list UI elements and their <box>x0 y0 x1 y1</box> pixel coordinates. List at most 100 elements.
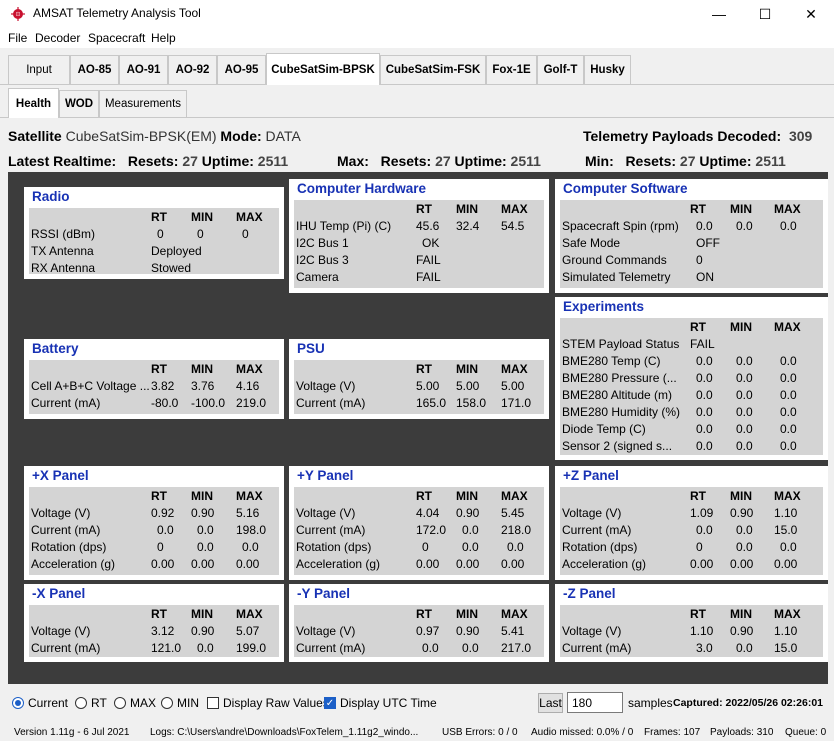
telemetry-row: Current (mA) -80.0 -100.0 219.0 <box>31 396 279 413</box>
tab-ao-91[interactable]: AO-91 <box>119 55 168 84</box>
menu-spacecraft[interactable]: Spacecraft <box>88 31 145 45</box>
tab-ao-95[interactable]: AO-95 <box>217 55 266 84</box>
tab-divider <box>0 84 834 85</box>
minimize-button[interactable]: — <box>696 0 742 28</box>
tab-golf-t[interactable]: Golf-T <box>537 55 584 84</box>
display-raw-checkbox[interactable] <box>207 697 219 709</box>
col-header-min: MIN <box>730 320 752 334</box>
minus-z-panel: -Z Panel RT MIN MAX Voltage (V) 1.10 0.90 1.10 C… <box>555 584 828 662</box>
telemetry-row: Voltage (V) 4.04 0.90 5.45 <box>296 506 544 523</box>
col-header-max: MAX <box>501 489 528 503</box>
value-max: 5.00 <box>501 379 525 393</box>
menu-file[interactable]: File <box>8 31 27 45</box>
field-label: Simulated Telemetry <box>562 270 671 284</box>
col-header-max: MAX <box>774 489 801 503</box>
field-label: IHU Temp (Pi) (C) <box>296 219 392 233</box>
samples-label: samples <box>628 696 673 710</box>
display-utc-checkbox[interactable]: ✓ <box>324 697 336 709</box>
field-label: Rotation (dps) <box>296 540 372 554</box>
min-uptime-label: Uptime: <box>699 153 752 169</box>
telemetry-row: IHU Temp (Pi) (C) 45.6 32.4 54.5 <box>296 219 544 236</box>
value-min: 0.00 <box>191 557 215 571</box>
value-rt: -80.0 <box>151 396 179 410</box>
radio-rt[interactable] <box>75 697 87 709</box>
radio-max[interactable] <box>114 697 126 709</box>
latest-uptime-label: Uptime: <box>201 153 254 169</box>
payloads-decoded: Telemetry Payloads Decoded: 309 <box>583 128 812 144</box>
telemetry-row: RX Antenna Stowed <box>31 261 279 278</box>
panel-title: Radio <box>32 189 70 204</box>
status-frames: Frames: 107 <box>644 727 701 738</box>
status-bar: Version 1.11g - 6 Jul 2021 Logs: C:\User… <box>0 722 834 741</box>
col-header-rt: RT <box>416 362 432 376</box>
tab-ao-85[interactable]: AO-85 <box>70 55 119 84</box>
tab-cubesatsim-bpsk[interactable]: CubeSatSim-BPSK <box>266 53 380 85</box>
value-rt: 0.0 <box>696 371 713 385</box>
value-max: 54.5 <box>501 219 525 233</box>
column-header-row: RT MIN MAX <box>296 607 544 624</box>
telemetry-row: Voltage (V) 0.92 0.90 5.16 <box>31 506 279 523</box>
col-header-rt: RT <box>416 607 432 621</box>
value-rt: 0 <box>157 540 164 554</box>
satellite-name: CubeSatSim-BPSK(EM) <box>65 128 217 144</box>
col-header-max: MAX <box>236 210 263 224</box>
tab-input[interactable]: Input <box>8 55 70 84</box>
value-rt: 172.0 <box>416 523 447 537</box>
field-label: Rotation (dps) <box>562 540 638 554</box>
col-header-rt: RT <box>416 202 432 216</box>
amsat-satellite-icon <box>11 7 25 21</box>
value-rt: 0.0 <box>696 405 713 419</box>
panel-body: RT MIN MAX RSSI (dBm) 0 0 0 TX Antenna Deployed R… <box>29 208 279 275</box>
max-resets-label: Resets: <box>380 153 432 169</box>
value-rt: Deployed <box>151 244 202 258</box>
field-label: RX Antenna <box>31 261 96 275</box>
field-label: Camera <box>296 270 339 284</box>
telemetry-row: Current (mA) 0.0 0.0 15.0 <box>562 523 823 540</box>
value-max: 199.0 <box>236 641 267 655</box>
tab-health[interactable]: Health <box>8 88 59 118</box>
menu-decoder[interactable]: Decoder <box>35 31 80 45</box>
telemetry-row: Acceleration (g) 0.00 0.00 0.00 <box>562 557 823 574</box>
tab-measurements[interactable]: Measurements <box>99 90 187 117</box>
field-label: Current (mA) <box>31 641 101 655</box>
latest-resets: 27 <box>182 153 198 169</box>
tab-wod[interactable]: WOD <box>59 90 99 117</box>
col-header-min: MIN <box>456 362 478 376</box>
menu-help[interactable]: Help <box>151 31 176 45</box>
column-header-row: RT MIN MAX <box>562 320 823 337</box>
samples-input[interactable]: 180 <box>567 692 623 713</box>
tab-cubesatsim-fsk[interactable]: CubeSatSim-FSK <box>380 55 486 84</box>
col-header-max: MAX <box>501 202 528 216</box>
last-button[interactable]: Last <box>538 693 563 713</box>
value-min: -100.0 <box>191 396 226 410</box>
panel-body: RT MIN MAX Voltage (V) 0.92 0.90 5.16 Current (… <box>29 487 279 575</box>
col-header-rt: RT <box>151 489 167 503</box>
field-label: I2C Bus 1 <box>296 236 349 250</box>
col-header-min: MIN <box>730 607 752 621</box>
value-max: 0.0 <box>780 422 797 436</box>
column-header-row: RT MIN MAX <box>562 202 823 219</box>
tab-ao-92[interactable]: AO-92 <box>168 55 217 84</box>
radio-current[interactable] <box>12 697 24 709</box>
tab-husky[interactable]: Husky <box>584 55 631 84</box>
value-rt: 0.0 <box>696 354 713 368</box>
value-rt: OFF <box>696 236 720 250</box>
close-button[interactable]: ✕ <box>788 0 834 28</box>
mode-value: DATA <box>265 128 301 144</box>
column-header-row: RT MIN MAX <box>562 607 823 624</box>
radio-min[interactable] <box>161 697 173 709</box>
value-rt: ON <box>696 270 714 284</box>
value-rt: 0 <box>696 540 703 554</box>
value-rt: FAIL <box>416 270 441 284</box>
tab-fox-1e[interactable]: Fox-1E <box>486 55 537 84</box>
col-header-rt: RT <box>151 607 167 621</box>
maximize-button[interactable]: ☐ <box>742 0 788 28</box>
col-header-max: MAX <box>236 607 263 621</box>
telemetry-row: Current (mA) 3.0 0.0 15.0 <box>562 641 823 658</box>
col-header-min: MIN <box>456 202 478 216</box>
value-min: 0.0 <box>462 540 479 554</box>
max-uptime-label: Uptime: <box>454 153 507 169</box>
value-max: 1.10 <box>774 624 798 638</box>
field-label: Ground Commands <box>562 253 667 267</box>
display-utc-label: Display UTC Time <box>340 696 437 710</box>
